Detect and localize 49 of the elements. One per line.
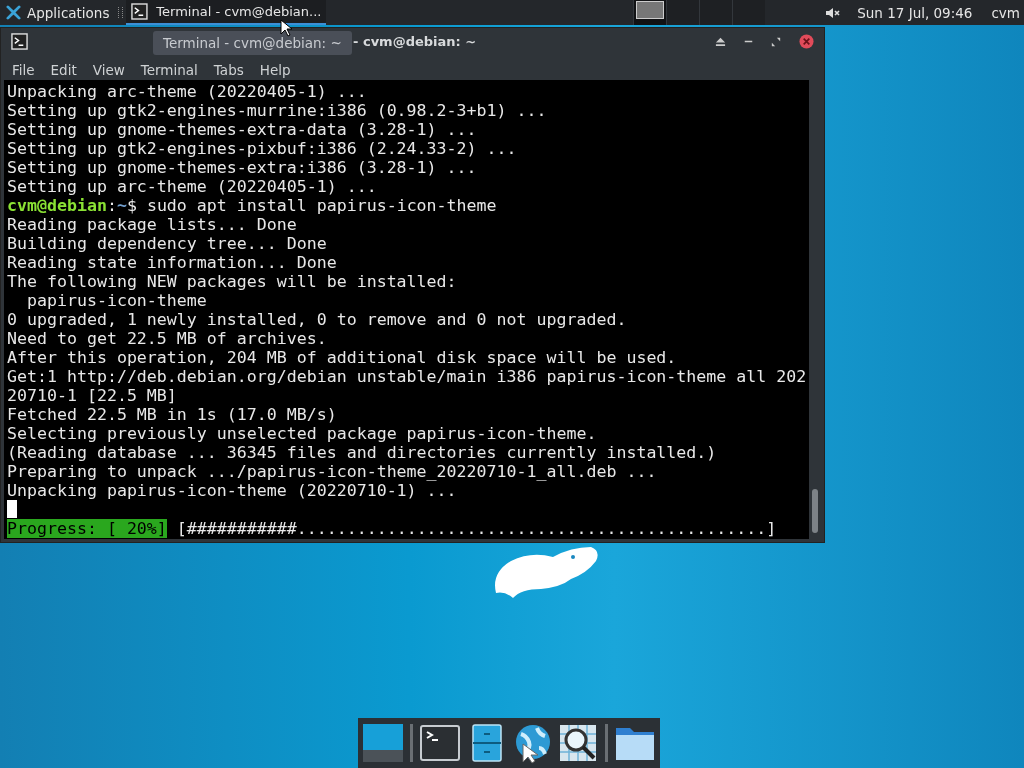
- terminal-line: 20710-1 [22.5 MB]: [7, 386, 178, 405]
- terminal-line: After this operation, 204 MB of additional disk space will be used.: [7, 348, 678, 367]
- menu-item[interactable]: Terminal: [140, 62, 198, 78]
- terminal-icon: [131, 3, 149, 20]
- menu-item[interactable]: Tabs: [213, 62, 244, 78]
- workspace-button[interactable]: [633, 0, 667, 25]
- scrollbar-thumb[interactable]: [812, 489, 818, 533]
- progress-label: Progress: [ 20%]: [7, 519, 167, 538]
- scrollbar[interactable]: [809, 80, 821, 539]
- shade-icon[interactable]: [715, 36, 726, 47]
- terminal-line: Fetched 22.5 MB in 1s (17.0 MB/s): [7, 405, 338, 424]
- close-icon[interactable]: [799, 34, 814, 49]
- terminal-icon: [11, 33, 28, 50]
- menu-item[interactable]: File: [12, 62, 35, 78]
- panel-handle-icon[interactable]: [118, 7, 124, 18]
- terminal-line: Setting up gtk2-engines-murrine:i386 (0.98.2-3+b1) ...: [7, 101, 548, 120]
- show-desktop-icon[interactable]: [361, 722, 404, 764]
- maximize-icon[interactable]: [771, 36, 781, 47]
- terminal-line: Preparing to unpack .../papirus-icon-theme_20220710-1_all.deb ...: [7, 462, 658, 481]
- terminal-line: 0 upgraded, 1 newly installed, 0 to remove and 0 not upgraded.: [7, 310, 628, 329]
- terminal-line: Unpacking papirus-icon-theme (20220710-1) ...: [7, 481, 458, 500]
- menu-item[interactable]: View: [92, 62, 125, 78]
- tooltip: Terminal - cvm@debian: ~: [153, 31, 352, 55]
- terminal-line: (Reading database ... 36345 files and directories currently installed.): [7, 443, 718, 462]
- terminal-line: The following NEW packages will be installed:: [7, 272, 458, 291]
- terminal-line: Setting up gtk2-engines-pixbuf:i386 (2.24.33-2) ...: [7, 139, 518, 158]
- terminal-line: Building dependency tree... Done: [7, 234, 328, 253]
- user-menu[interactable]: cvm: [991, 4, 1020, 21]
- clock[interactable]: Sun 17 Jul, 09:46: [857, 4, 973, 21]
- terminal-icon[interactable]: [418, 722, 461, 764]
- terminal-line: Unpacking arc-theme (20220405-1) ...: [7, 82, 368, 101]
- terminal-line: Get:1 http://deb.debian.org/debian unstable/main i386 papirus-icon-theme all 202: [7, 367, 806, 386]
- text-cursor: [7, 500, 17, 518]
- terminal-line: Setting up arc-theme (20220405-1) ...: [7, 177, 378, 196]
- menu-item[interactable]: Edit: [50, 62, 77, 78]
- terminal-line: Selecting previously unselected package papirus-icon-theme.: [7, 424, 598, 443]
- mouse-pointer-icon: [280, 19, 292, 37]
- terminal-line: Setting up gnome-themes-extra-data (3.28-1) ...: [7, 120, 478, 139]
- terminal-line: Need to get 22.5 MB of archives.: [7, 329, 328, 348]
- applications-menu[interactable]: Applications: [0, 0, 116, 25]
- taskbar-button[interactable]: Terminal - cvm@debian...: [126, 0, 327, 25]
- terminal-line: Setting up gnome-themes-extra:i386 (3.28-1) ...: [7, 158, 478, 177]
- progress-bar-text: [###########...............................................]: [176, 519, 777, 538]
- terminal-line: Reading state information... Done: [7, 253, 338, 272]
- prompt-line: cvm@debian:~$ sudo apt install papirus-icon-theme: [7, 196, 498, 215]
- window-title: - cvm@debian: ~: [353, 34, 477, 49]
- terminal-line: Reading package lists... Done: [7, 215, 298, 234]
- menu-item[interactable]: Help: [259, 62, 291, 78]
- terminal-line: papirus-icon-theme: [25, 291, 208, 310]
